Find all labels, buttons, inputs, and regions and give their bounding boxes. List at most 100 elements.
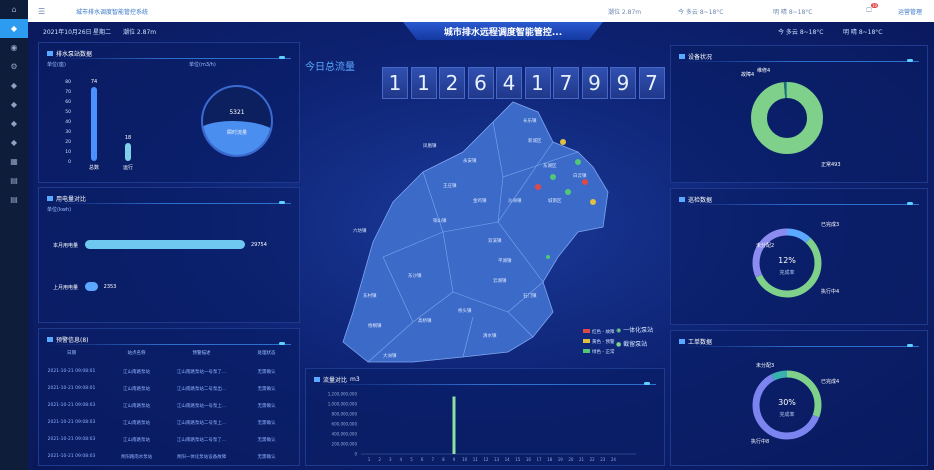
station-marker[interactable] bbox=[590, 199, 596, 205]
table-row[interactable]: 2021-10-21 09:08:01 江山南路泵站 江山南路泵站一号泵了... 无需… bbox=[39, 369, 299, 375]
center-value: 12% bbox=[778, 256, 796, 265]
table-cell: 江山南路泵站 bbox=[123, 421, 150, 426]
header-tide: 潮位 2.87m bbox=[123, 29, 157, 36]
sidebar: ⌂ ◆ ◉ ⚙ ◆ ◆ ◆ ◆ ▦ ▤ ▤ bbox=[0, 0, 28, 470]
station-marker[interactable] bbox=[535, 184, 541, 190]
user-menu[interactable]: 运营管理 bbox=[898, 7, 922, 16]
station-marker[interactable] bbox=[582, 179, 588, 185]
inspection-panel: 巡检数据 已完成3 执行中4 未分配2 12% 完成率 bbox=[670, 188, 928, 325]
col-station: 站点名称 bbox=[127, 351, 146, 356]
slice-label: 已完成3 bbox=[821, 221, 839, 228]
bar-value-label: 18 bbox=[125, 135, 131, 141]
district-label: 东湖区 bbox=[543, 162, 557, 169]
slice-label: 维修4 bbox=[757, 67, 770, 74]
breadcrumb[interactable]: 城市排水调度智能管控系统 bbox=[76, 7, 148, 16]
donut-chart: 正常493 故障4维修4 bbox=[741, 67, 841, 168]
table-row[interactable]: 2021-10-21 09:08:03 江山南路泵站 江山南路泵站二号泵了... 无需… bbox=[39, 437, 299, 443]
flow-gauge: 5321 瞬时流量 bbox=[201, 85, 273, 157]
flow-label: 瞬时流量 bbox=[226, 130, 247, 136]
menu-icon[interactable]: ☰ bbox=[38, 7, 45, 16]
table-cell: 2021-10-21 09:08:01 bbox=[47, 386, 96, 391]
district-label: 王庄镇 bbox=[443, 182, 457, 189]
x-tick-label: 19 bbox=[558, 457, 564, 462]
x-tick-label: 6 bbox=[421, 457, 424, 462]
table-cell: 2021-10-21 09:08:01 bbox=[47, 369, 96, 374]
table-cell: 江山南路泵站 bbox=[123, 404, 150, 409]
sidebar-diamond-icon[interactable]: ◆ bbox=[0, 95, 28, 114]
table-cell: 青阳一体化泵站设备故障 bbox=[176, 455, 227, 460]
table-row[interactable]: 2021-10-21 09:08:03 江山南路泵站 江山南路泵站一号泵上... 无需… bbox=[39, 403, 299, 409]
power-row-label: 上月用电量 bbox=[53, 285, 79, 291]
sidebar-gear-icon[interactable]: ⚙ bbox=[0, 57, 28, 76]
district-label: 城南区 bbox=[548, 197, 562, 204]
station-marker[interactable] bbox=[575, 159, 581, 165]
slice-label: 正常493 bbox=[821, 161, 841, 168]
sidebar-eye-icon[interactable]: ◉ bbox=[0, 38, 28, 57]
station-marker[interactable] bbox=[560, 139, 566, 145]
workorder-panel: 工单数据 已完成4 执行中8 未分配3 30% 完成率 bbox=[670, 330, 928, 466]
power-bar bbox=[85, 282, 98, 291]
table-cell: 2021-10-21 09:08:03 bbox=[47, 454, 96, 459]
district-label: 梧桐镇 bbox=[368, 322, 382, 329]
table-row[interactable]: 2021-10-21 09:08:01 江山南路泵站 江山南路泵站二号泵出... 无需… bbox=[39, 386, 299, 392]
district-label: 白云镇 bbox=[573, 172, 587, 179]
y-tick-label: 600,000,000 bbox=[332, 422, 358, 427]
today-weather: 今 多云 8~18°C bbox=[678, 9, 724, 16]
sidebar-doc-icon[interactable]: ▤ bbox=[0, 190, 28, 209]
x-tick-label: 4 bbox=[400, 457, 403, 462]
x-tick-label: 20 bbox=[568, 457, 574, 462]
table-cell: 无需确认 bbox=[257, 404, 276, 409]
sidebar-diamond-icon[interactable]: ◆ bbox=[0, 76, 28, 95]
district-label: 永安镇 bbox=[463, 157, 477, 164]
table-row[interactable]: 2021-10-21 09:08:03 江山南路泵站 江山南路泵站二号泵上... 无需… bbox=[39, 420, 299, 426]
table-row[interactable]: 2021-10-21 09:08:03 青阳路雨水泵站 青阳一体化泵站设备故障 无需确… bbox=[39, 454, 299, 460]
district-label: 东村镇 bbox=[363, 292, 377, 299]
chart-icon bbox=[47, 337, 53, 342]
y-tick-label: 200,000,000 bbox=[332, 442, 358, 447]
col-desc: 预警描述 bbox=[192, 351, 211, 356]
x-tick-label: 24 bbox=[611, 457, 617, 462]
station-marker[interactable] bbox=[550, 174, 556, 180]
center-label: 完成率 bbox=[779, 269, 794, 276]
power-unit: 单位(kwh) bbox=[47, 207, 72, 213]
sidebar-home-icon[interactable]: ⌂ bbox=[0, 0, 28, 19]
table-cell: 江山南路泵站二号泵上... bbox=[176, 421, 227, 426]
sidebar-water-icon[interactable]: ◆ bbox=[0, 19, 28, 38]
pump-bar-chart: 0 10 20 30 40 50 60 70 80 74 总数 18 运行 bbox=[65, 79, 133, 171]
x-tick-label: 10 bbox=[462, 457, 468, 462]
y-tick-label: 80 bbox=[65, 79, 71, 85]
center-label: 完成率 bbox=[779, 411, 794, 418]
y-tick-label: 60 bbox=[65, 99, 71, 105]
power-value: 2353 bbox=[103, 284, 117, 290]
power-panel: 用电量对比 单位(kwh) 本月用电量 29754 上月用电量 2353 bbox=[38, 187, 300, 323]
station-marker[interactable] bbox=[546, 255, 550, 259]
sidebar-diamond-icon[interactable]: ◆ bbox=[0, 133, 28, 152]
district-label: 凤凰镇 bbox=[423, 142, 437, 149]
col-date: 日期 bbox=[67, 351, 76, 356]
equipment-panel: 设备状况 正常493 故障4 维修4 bbox=[670, 45, 928, 183]
tomorrow-weather: 明 晴 8~18°C bbox=[773, 9, 813, 16]
notification-icon[interactable]: 🖵 10 bbox=[866, 3, 879, 15]
station-marker[interactable] bbox=[565, 189, 571, 195]
x-tick-label: 16 bbox=[526, 457, 532, 462]
bar-运行 bbox=[125, 143, 131, 161]
x-tick-label: 14 bbox=[505, 457, 511, 462]
district-label: 平湖镇 bbox=[498, 257, 512, 264]
pump-panel: 排水泵站数据 单位(座) 单位(m3/h) 0 10 20 30 40 50 60 70 80 7… bbox=[38, 42, 300, 183]
sidebar-diamond-icon[interactable]: ◆ bbox=[0, 114, 28, 133]
bar-category-label: 总数 bbox=[89, 164, 99, 171]
y-tick-label: 1,200,000,000 bbox=[328, 392, 358, 397]
map-region[interactable] bbox=[342, 101, 609, 363]
slice-label: 已完成4 bbox=[821, 378, 839, 385]
table-cell: 2021-10-21 09:08:03 bbox=[47, 403, 96, 408]
y-tick-label: 30 bbox=[65, 129, 71, 135]
sidebar-doc-icon[interactable]: ▤ bbox=[0, 171, 28, 190]
district-label: 桥头镇 bbox=[458, 307, 472, 314]
x-tick-label: 15 bbox=[515, 457, 521, 462]
table-cell: 2021-10-21 09:08:03 bbox=[47, 420, 96, 425]
x-tick-label: 9 bbox=[453, 457, 456, 462]
notification-badge: 10 bbox=[871, 3, 879, 8]
district-label: 新城区 bbox=[528, 137, 542, 144]
table-cell: 无需确认 bbox=[257, 455, 276, 460]
sidebar-grid-icon[interactable]: ▦ bbox=[0, 152, 28, 171]
